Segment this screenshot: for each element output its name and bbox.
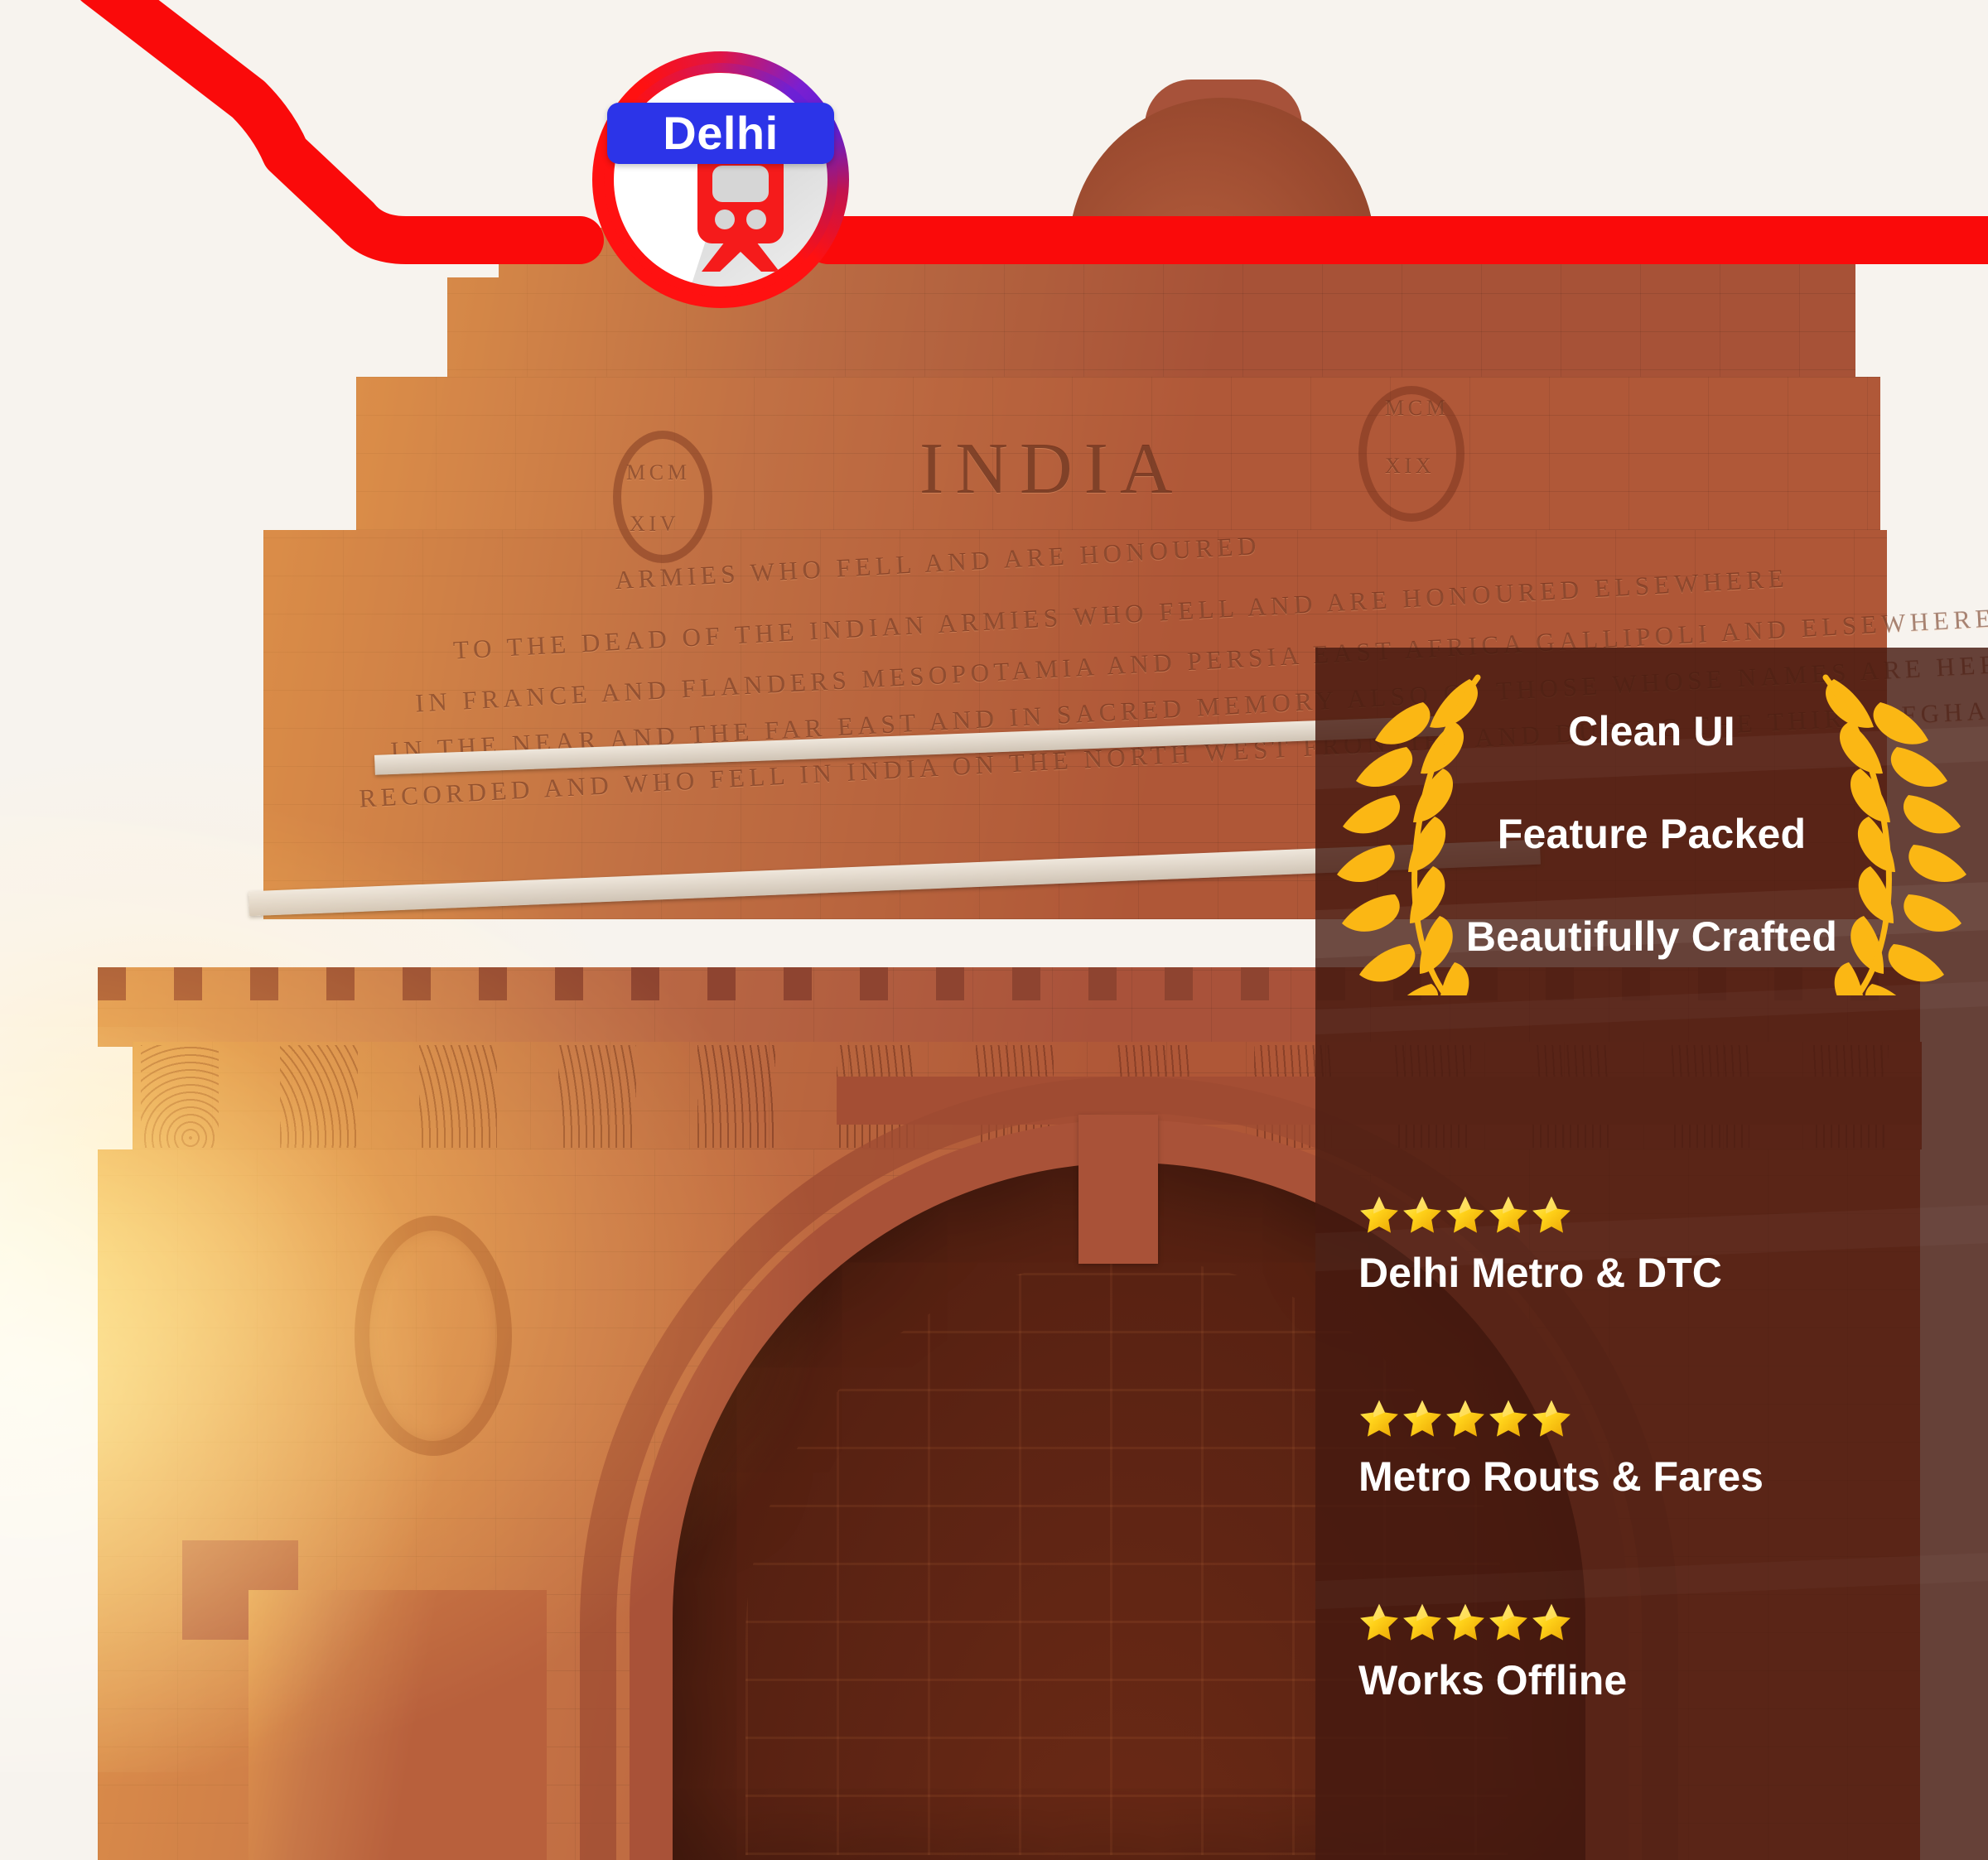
feature-label: Delhi Metro & DTC: [1358, 1250, 1722, 1296]
features-panel: Clean UI Feature Packed Beautifully Craf…: [1315, 648, 1988, 1860]
feature-label: Works Offline: [1358, 1657, 1628, 1703]
feature-list: Delhi Metro & DTC Metro Routs & Fares Wo…: [1315, 1194, 1988, 1704]
star-rating: [1358, 1398, 1988, 1439]
star-icon: [1489, 1400, 1527, 1437]
city-label: Delhi: [663, 107, 779, 159]
star-icon: [1489, 1196, 1527, 1233]
star-rating: [1358, 1602, 1988, 1643]
star-icon: [1403, 1400, 1441, 1437]
app-logo-badge[interactable]: Delhi: [592, 51, 849, 308]
award-item: Clean UI: [1568, 708, 1735, 754]
logo-gradient-ring: [604, 63, 837, 296]
feature-item-offline: Works Offline: [1358, 1602, 1988, 1704]
feature-item-routes-fares: Metro Routs & Fares: [1358, 1398, 1988, 1501]
award-list: Clean UI Feature Packed Beautifully Craf…: [1315, 707, 1988, 961]
star-icon: [1403, 1603, 1441, 1641]
metro-red-line-icon: [80, 0, 1988, 264]
star-icon: [1489, 1603, 1527, 1641]
star-icon: [1403, 1196, 1441, 1233]
promo-banner: INDIA MCM XIV MCM XIX ARMIES WHO FELL AN…: [0, 0, 1988, 1860]
feature-item-metro-dtc: Delhi Metro & DTC: [1358, 1194, 1988, 1297]
award-item: Feature Packed: [1497, 811, 1807, 857]
star-icon: [1532, 1603, 1571, 1641]
star-icon: [1532, 1400, 1571, 1437]
star-icon: [1446, 1196, 1484, 1233]
star-icon: [1532, 1196, 1571, 1233]
star-icon: [1446, 1603, 1484, 1641]
award-item: Beautifully Crafted: [1465, 913, 1838, 960]
star-rating: [1358, 1194, 1988, 1236]
star-icon: [1360, 1196, 1398, 1233]
star-icon: [1446, 1400, 1484, 1437]
star-icon: [1360, 1603, 1398, 1641]
city-chip: Delhi: [607, 103, 834, 164]
star-icon: [1360, 1400, 1398, 1437]
feature-label: Metro Routs & Fares: [1358, 1453, 1764, 1500]
